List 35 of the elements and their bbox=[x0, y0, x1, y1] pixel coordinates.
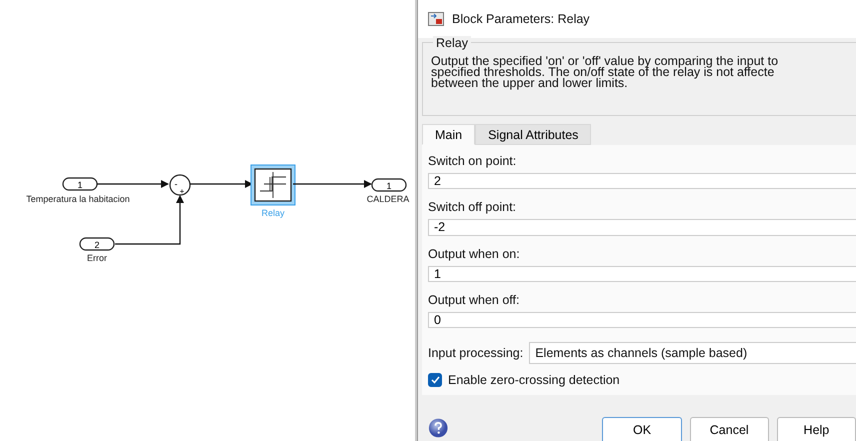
check-icon bbox=[430, 376, 440, 384]
tab[interactable]: Main bbox=[422, 124, 476, 145]
input-field[interactable]: -2 bbox=[428, 219, 856, 236]
dialog-button[interactable]: OK bbox=[602, 417, 682, 441]
port-label: Temperatura la habitacion bbox=[26, 194, 130, 204]
sign-label: - bbox=[174, 179, 178, 189]
field-label: Input processing: bbox=[428, 346, 524, 360]
checkbox-label: Enable zero-crossing detection bbox=[448, 373, 620, 387]
block-icon bbox=[428, 12, 444, 26]
signal-line bbox=[190, 180, 253, 188]
tab[interactable]: Signal Attributes bbox=[475, 124, 592, 145]
input-field[interactable]: 0 bbox=[428, 312, 856, 328]
input-field[interactable]: 1 bbox=[428, 266, 856, 282]
description-line: Output the specified 'on' or 'off' value by comparing the input to bbox=[431, 54, 780, 68]
port-label: Relay bbox=[262, 208, 284, 218]
inport-block[interactable]: 1 bbox=[62, 177, 98, 191]
field-label: Switch on point: bbox=[428, 154, 518, 168]
input-field[interactable]: 2 bbox=[428, 173, 856, 190]
field-label: Switch off point: bbox=[428, 200, 518, 214]
field-label: Output when on: bbox=[428, 246, 521, 260]
signal-line bbox=[97, 180, 169, 188]
sign-label: + bbox=[180, 187, 184, 196]
checkbox[interactable] bbox=[428, 373, 442, 387]
window-title: Block Parameters: Relay bbox=[452, 12, 590, 26]
port-label: CALDERA bbox=[366, 194, 410, 204]
dialog-button[interactable]: Cancel bbox=[690, 417, 769, 441]
sum-block[interactable] bbox=[169, 174, 191, 196]
dialog-button[interactable]: Help bbox=[776, 417, 856, 441]
dropdown[interactable]: Elements as channels (sample based) bbox=[529, 342, 856, 364]
help-icon[interactable] bbox=[428, 417, 448, 439]
inport-block[interactable]: 2 bbox=[79, 237, 115, 251]
port-label: Error bbox=[87, 253, 107, 263]
group-title: Relay bbox=[433, 36, 471, 50]
outport-block[interactable]: 1 bbox=[371, 178, 407, 192]
field-label: Output when off: bbox=[428, 292, 520, 307]
